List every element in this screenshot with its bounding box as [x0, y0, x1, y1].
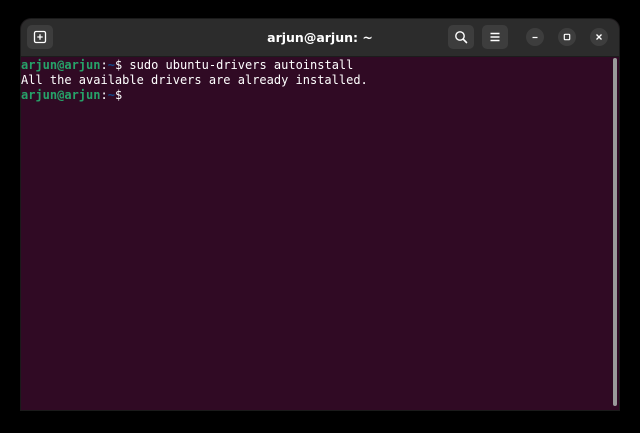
menu-button[interactable]: [482, 25, 508, 49]
terminal-line: All the available drivers are already in…: [21, 73, 368, 88]
close-icon: [596, 34, 602, 40]
maximize-button[interactable]: [558, 28, 576, 46]
prompt-symbol: $: [114, 58, 130, 72]
title-bar[interactable]: arjun@arjun: ~: [21, 19, 619, 57]
minimize-icon: [532, 36, 538, 39]
prompt-user-host: arjun@arjun: [21, 58, 101, 72]
terminal-output[interactable]: arjun@arjun:~$ sudo ubuntu-drivers autoi…: [21, 57, 619, 410]
new-tab-icon: [33, 30, 47, 44]
hamburger-menu-icon: [490, 32, 500, 42]
terminal-line: arjun@arjun:~$: [21, 88, 131, 103]
new-tab-button[interactable]: [27, 25, 53, 49]
prompt-separator: :: [100, 58, 108, 72]
minimize-button[interactable]: [526, 28, 544, 46]
scrollbar[interactable]: [613, 58, 617, 406]
prompt-symbol: $: [114, 88, 130, 102]
command-text: sudo ubuntu-drivers autoinstall: [129, 58, 354, 72]
close-button[interactable]: [590, 28, 608, 46]
maximize-icon: [563, 33, 571, 41]
prompt-separator: :: [100, 88, 108, 102]
text-cursor: [129, 88, 131, 101]
prompt-path: ~: [107, 88, 115, 102]
prompt-user-host: arjun@arjun: [21, 88, 101, 102]
search-button[interactable]: [448, 25, 474, 49]
terminal-window: arjun@arjun: ~ arjun@arjun:~$ sudo ubunt…: [21, 19, 619, 410]
output-text: All the available drivers are already in…: [21, 73, 368, 87]
prompt-path: ~: [107, 58, 115, 72]
search-icon: [455, 31, 468, 44]
terminal-line: arjun@arjun:~$ sudo ubuntu-drivers autoi…: [21, 58, 353, 73]
